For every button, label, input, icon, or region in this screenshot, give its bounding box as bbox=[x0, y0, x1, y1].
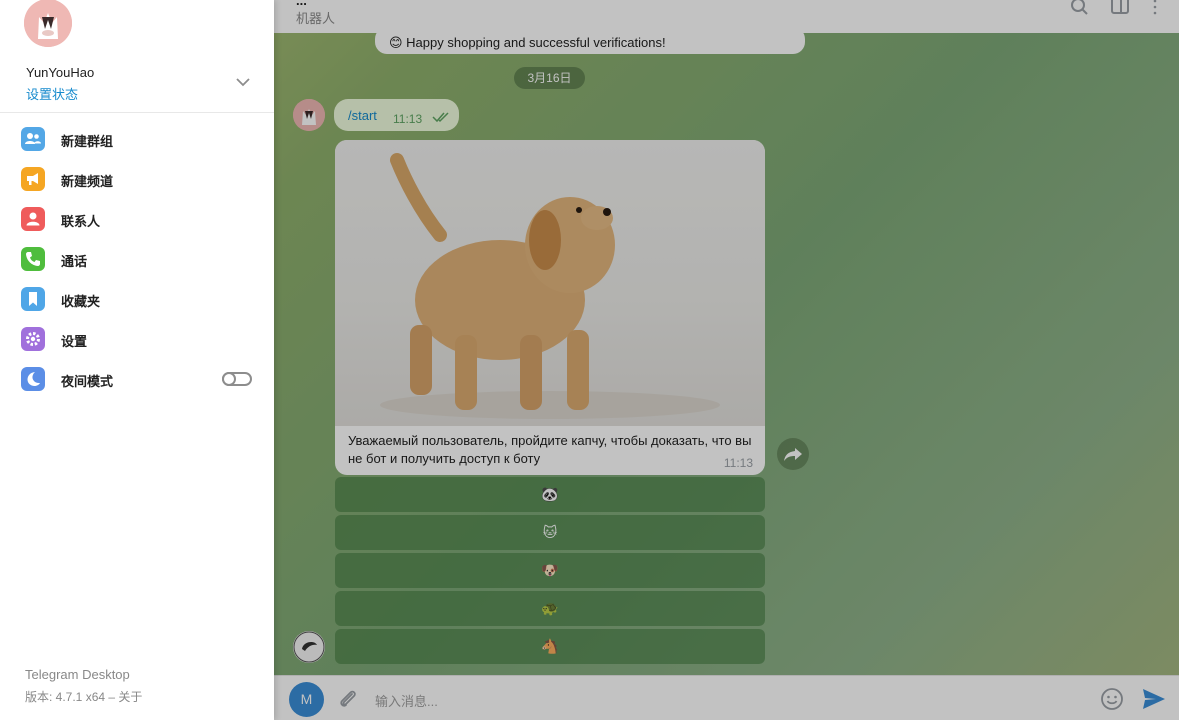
set-status-link[interactable]: 设置状态 bbox=[26, 84, 78, 103]
puppy-photo[interactable] bbox=[335, 140, 765, 426]
menu-item-label: 设置 bbox=[61, 334, 88, 349]
puppy-image bbox=[380, 153, 720, 419]
menu-item-label: 联系人 bbox=[61, 214, 101, 229]
bookmark-icon bbox=[21, 287, 45, 311]
gear-icon bbox=[21, 327, 45, 351]
toggle-knob bbox=[222, 372, 236, 386]
phone-icon bbox=[21, 247, 45, 271]
forward-icon bbox=[784, 448, 802, 461]
menu-item-calls[interactable]: 通话 bbox=[0, 239, 274, 279]
night-mode-toggle[interactable] bbox=[222, 372, 252, 386]
message-time: 11:13 bbox=[393, 112, 423, 126]
chevron-down-icon[interactable] bbox=[235, 76, 251, 88]
group-icon bbox=[21, 127, 45, 151]
paperclip-icon[interactable] bbox=[336, 687, 360, 711]
emoji-icon[interactable] bbox=[1100, 687, 1124, 711]
bot-logo-icon bbox=[293, 631, 325, 663]
menu-item-new-group[interactable]: 新建群组 bbox=[0, 119, 274, 159]
version-info: 版本: 4.7.1 x64 – 关于 bbox=[25, 688, 142, 705]
user-name: YunYouHao bbox=[26, 65, 95, 80]
version-text: 版本: 4.7.1 x64 bbox=[25, 690, 106, 704]
date-divider: 3月16日 bbox=[514, 67, 585, 89]
more-menu-icon[interactable] bbox=[1146, 0, 1168, 16]
about-link[interactable]: – 关于 bbox=[108, 690, 142, 704]
forward-button[interactable] bbox=[777, 438, 809, 470]
chat-title: ... bbox=[296, 0, 307, 8]
message-list[interactable]: 😊 Happy shopping and successful verifica… bbox=[274, 27, 1179, 675]
captcha-option-button[interactable]: 🐢 bbox=[335, 591, 765, 626]
message-input-bar[interactable]: M 输入消息... bbox=[274, 675, 1179, 720]
profile-avatar[interactable] bbox=[24, 0, 72, 47]
menu-item-label: 新建频道 bbox=[61, 174, 114, 189]
person-icon bbox=[21, 207, 45, 231]
moon-icon bbox=[21, 367, 45, 391]
captcha-message[interactable]: Уважаемый пользователь, пройдите капчу, … bbox=[335, 140, 765, 475]
menu-item-settings[interactable]: 设置 bbox=[0, 319, 274, 359]
menu-item-new-channel[interactable]: 新建频道 bbox=[0, 159, 274, 199]
divider bbox=[0, 112, 274, 113]
double-check-icon bbox=[432, 112, 449, 123]
captcha-option-button[interactable]: 🐼 bbox=[335, 477, 765, 512]
start-command[interactable]: /start bbox=[348, 108, 377, 123]
message-time: 11:13 bbox=[723, 456, 753, 470]
captcha-caption: Уважаемый пользователь, пройдите капчу, … bbox=[348, 433, 752, 466]
sidebar-toggle-icon[interactable] bbox=[1111, 0, 1133, 16]
captcha-option-button[interactable]: 🐱 bbox=[335, 515, 765, 550]
send-as-avatar[interactable]: M bbox=[289, 682, 324, 717]
greeting-message[interactable]: 😊 Happy shopping and successful verifica… bbox=[375, 27, 805, 54]
main-menu-drawer: YunYouHao 设置状态 新建群组 新建频道 联系人 通话 收藏夹 设置 夜… bbox=[0, 0, 274, 720]
cat-avatar-icon bbox=[24, 0, 72, 47]
menu-item-label: 新建群组 bbox=[61, 134, 114, 149]
menu-item-contacts[interactable]: 联系人 bbox=[0, 199, 274, 239]
menu-item-saved-messages[interactable]: 收藏夹 bbox=[0, 279, 274, 319]
cat-avatar-icon bbox=[293, 99, 325, 131]
menu-item-label: 夜间模式 bbox=[61, 374, 114, 389]
chat-subtitle: 机器人 bbox=[296, 11, 336, 26]
menu-item-label: 通话 bbox=[61, 254, 88, 269]
message-input[interactable]: 输入消息... bbox=[375, 691, 438, 710]
menu-item-night-mode[interactable]: 夜间模式 bbox=[0, 359, 274, 399]
bot-avatar[interactable] bbox=[293, 631, 325, 663]
send-icon[interactable] bbox=[1141, 687, 1167, 711]
menu-item-label: 收藏夹 bbox=[61, 294, 101, 309]
app-name: Telegram Desktop bbox=[25, 667, 130, 682]
megaphone-icon bbox=[21, 167, 45, 191]
captcha-option-button[interactable]: 🐴 bbox=[335, 629, 765, 664]
search-icon[interactable] bbox=[1071, 0, 1093, 16]
captcha-option-button[interactable]: 🐶 bbox=[335, 553, 765, 588]
user-avatar[interactable] bbox=[293, 99, 325, 131]
start-message[interactable]: /start 11:13 bbox=[334, 99, 459, 131]
